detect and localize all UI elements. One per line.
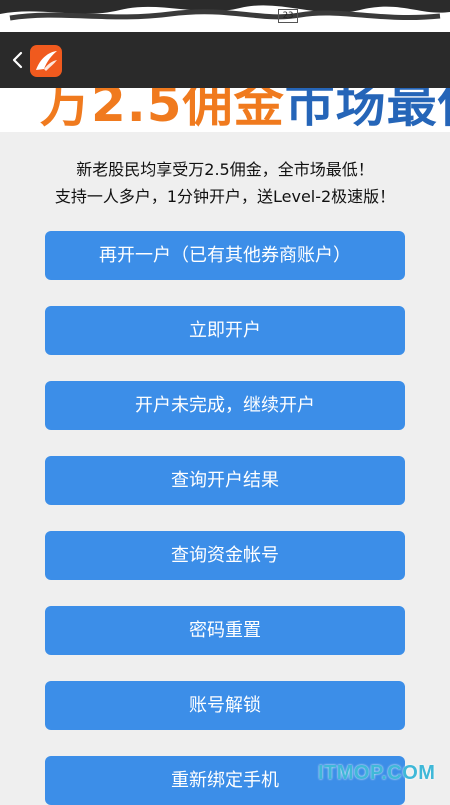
promo-banner: 万2.5佣金市场最低 — [0, 88, 450, 132]
open-account-now-button[interactable]: 立即开户 — [45, 306, 405, 355]
status-bar-scribble — [0, 0, 450, 21]
banner-text-blue: 市场最低 — [284, 88, 450, 132]
query-opening-result-button[interactable]: 查询开户结果 — [45, 456, 405, 505]
intro-text: 新老股民均享受万2.5佣金，全市场最低！ 支持一人多户，1分钟开户，送Level… — [0, 156, 450, 210]
intro-line-1: 新老股民均享受万2.5佣金，全市场最低！ — [76, 160, 374, 179]
continue-opening-button[interactable]: 开户未完成，继续开户 — [45, 381, 405, 430]
app-logo-icon — [30, 45, 62, 77]
reset-password-button[interactable]: 密码重置 — [45, 606, 405, 655]
banner-text-orange: 万2.5佣金 — [40, 88, 285, 132]
status-clock-badge: 23 — [278, 9, 298, 23]
query-fund-account-button[interactable]: 查询资金帐号 — [45, 531, 405, 580]
site-watermark: ITMOP.COM — [318, 762, 436, 784]
open-another-account-button[interactable]: 再开一户（已有其他券商账户） — [45, 231, 405, 280]
nav-bar — [0, 32, 450, 88]
status-bar: 23 — [0, 0, 450, 32]
banner-headline: 万2.5佣金市场最低 — [40, 88, 450, 132]
chevron-left-icon[interactable] — [8, 48, 28, 72]
unlock-account-button[interactable]: 账号解锁 — [45, 681, 405, 730]
intro-line-2: 支持一人多户，1分钟开户，送Level-2极速版！ — [54, 187, 396, 206]
